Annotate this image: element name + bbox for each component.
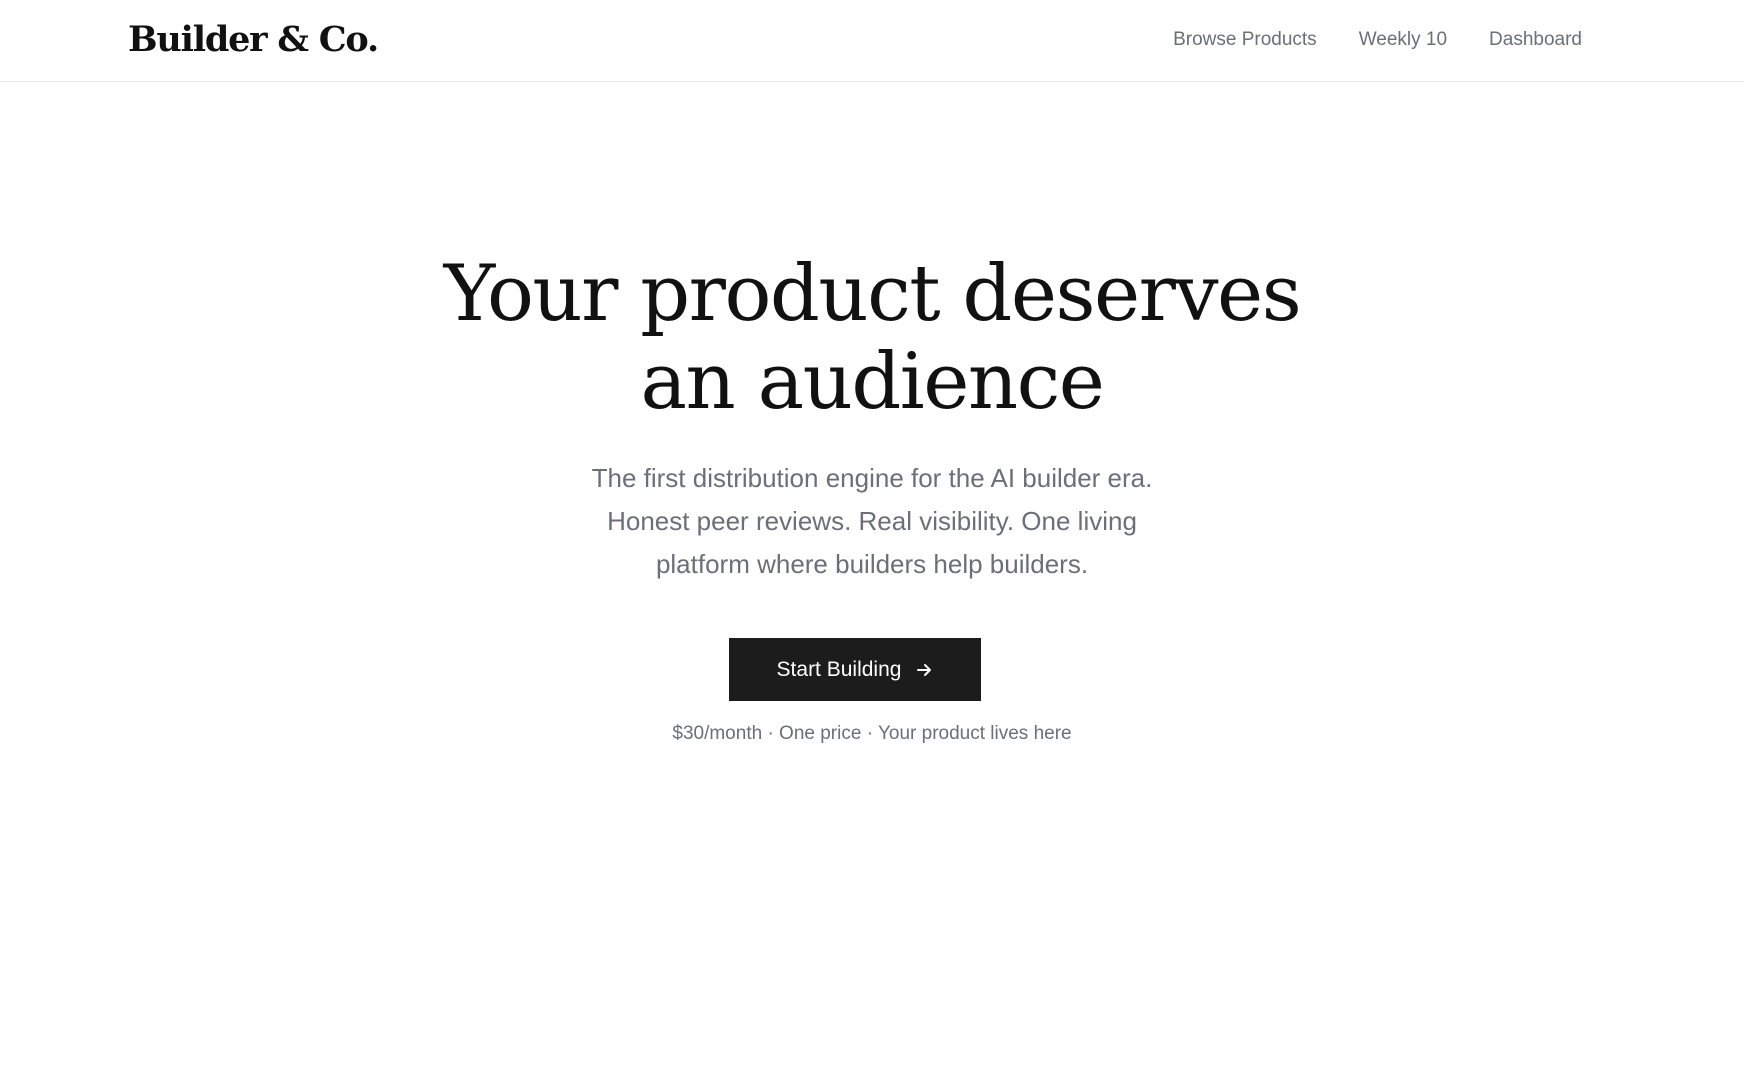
- nav-link-dashboard[interactable]: Dashboard: [1489, 29, 1582, 51]
- main-nav: Browse Products Weekly 10 Dashboard: [1173, 0, 1582, 80]
- hero-headline-line: Your product deserves: [443, 249, 1302, 339]
- hero-subtitle-line: platform where builders help builders.: [655, 549, 1089, 579]
- start-building-button[interactable]: Start Building: [729, 638, 981, 701]
- pricing-note: $30/month · One price · Your product liv…: [672, 723, 1072, 744]
- hero-subtitle-line: The first distribution engine for the AI…: [591, 463, 1153, 493]
- start-building-label: Start Building: [776, 657, 902, 681]
- nav-link-weekly-10[interactable]: Weekly 10: [1359, 29, 1447, 51]
- hero-headline-line: an audience: [640, 337, 1105, 427]
- brand-logo[interactable]: Builder & Co.: [128, 14, 379, 66]
- hero-headline: Your product deserves an audience: [0, 250, 1744, 426]
- hero-subtitle-line: Honest peer reviews. Real visibility. On…: [607, 506, 1137, 536]
- arrow-right-icon: [917, 663, 932, 676]
- top-navbar: Builder & Co. Browse Products Weekly 10 …: [0, 0, 1744, 82]
- hero-subtitle: The first distribution engine for the AI…: [0, 457, 1744, 586]
- nav-link-browse-products[interactable]: Browse Products: [1173, 29, 1317, 51]
